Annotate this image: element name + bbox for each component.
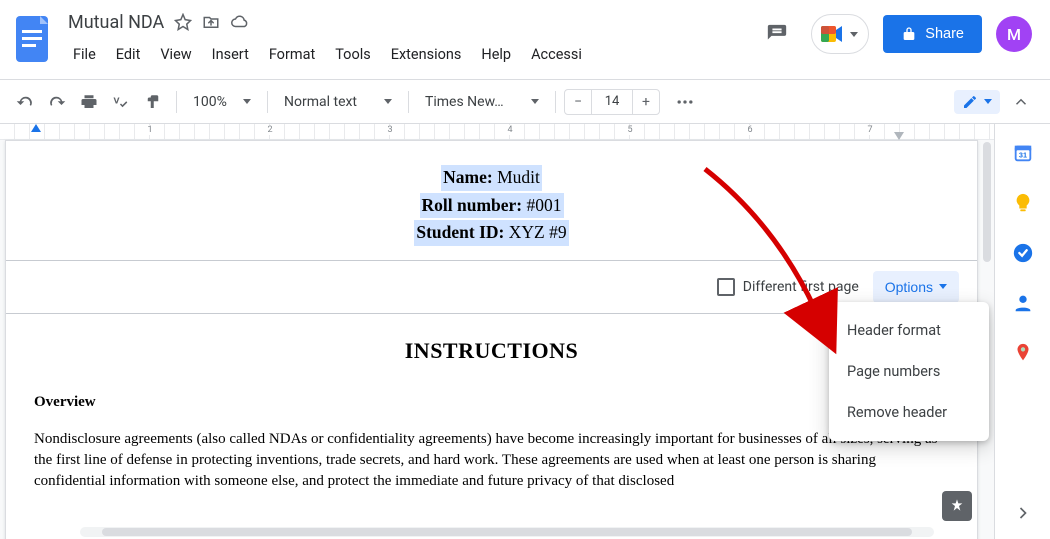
body-subhead[interactable]: Overview xyxy=(34,394,949,411)
avatar[interactable]: M xyxy=(996,16,1032,52)
different-first-page-label: Different first page xyxy=(743,279,859,295)
header-options-menu: Header format Page numbers Remove header xyxy=(829,302,989,441)
titlebar: Mutual NDA File Edit View Insert Format … xyxy=(0,0,1050,80)
header-line-3[interactable]: Student ID: XYZ #9 xyxy=(414,220,568,246)
separator xyxy=(408,91,409,113)
ruler-num: 1 xyxy=(145,125,154,135)
chevron-down-icon xyxy=(384,99,392,104)
docs-logo-icon[interactable] xyxy=(12,12,52,66)
zoom-dropdown[interactable]: 100% xyxy=(185,87,259,117)
tasks-icon[interactable] xyxy=(1012,242,1034,264)
workspace: 1 2 3 4 5 6 7 Name: Mudit Roll number: #… xyxy=(0,124,1050,539)
horizontal-ruler[interactable]: 1 2 3 4 5 6 7 xyxy=(0,124,994,140)
font-size-value[interactable]: 14 xyxy=(592,89,632,115)
different-first-page-checkbox[interactable]: Different first page xyxy=(717,278,859,296)
separator xyxy=(267,91,268,113)
title-right: Share M xyxy=(757,14,1038,54)
lock-icon xyxy=(901,26,917,42)
ruler-num: 4 xyxy=(505,125,514,135)
chevron-down-icon xyxy=(850,32,858,37)
meet-button[interactable] xyxy=(811,14,869,54)
menu-help[interactable]: Help xyxy=(472,42,520,67)
separator xyxy=(176,91,177,113)
menu-file[interactable]: File xyxy=(64,42,105,67)
chevron-down-icon xyxy=(243,99,251,104)
cloud-saved-icon[interactable] xyxy=(230,13,250,31)
menu-accessibility[interactable]: Accessi xyxy=(522,42,591,67)
menu-view[interactable]: View xyxy=(151,42,200,67)
editing-mode-dropdown[interactable] xyxy=(954,90,1000,114)
checkbox-icon xyxy=(717,278,735,296)
indent-marker-right-icon[interactable] xyxy=(894,132,904,140)
option-header-format[interactable]: Header format xyxy=(829,310,989,351)
document-area: 1 2 3 4 5 6 7 Name: Mudit Roll number: #… xyxy=(0,124,994,539)
chevron-down-icon xyxy=(531,99,539,104)
font-family-dropdown[interactable]: Times New… xyxy=(417,87,547,117)
maps-icon[interactable] xyxy=(1012,342,1034,364)
print-button[interactable] xyxy=(74,87,104,117)
zoom-value: 100% xyxy=(193,94,227,110)
ruler-num: 2 xyxy=(265,125,274,135)
doc-title[interactable]: Mutual NDA xyxy=(64,12,164,33)
font-size-stepper: − 14 + xyxy=(564,89,660,115)
chevron-down-icon xyxy=(984,99,992,104)
option-remove-header[interactable]: Remove header xyxy=(829,392,989,433)
paint-format-button[interactable] xyxy=(138,87,168,117)
font-size-decrease[interactable]: − xyxy=(564,89,592,115)
menu-edit[interactable]: Edit xyxy=(107,42,150,67)
body-paragraph[interactable]: Nondisclosure agreements (also called ND… xyxy=(34,429,949,492)
menu-extensions[interactable]: Extensions xyxy=(382,42,471,67)
option-page-numbers[interactable]: Page numbers xyxy=(829,351,989,392)
menu-format[interactable]: Format xyxy=(260,42,324,67)
pencil-icon xyxy=(962,94,978,110)
header-line-1[interactable]: Name: Mudit xyxy=(441,165,542,191)
move-icon[interactable] xyxy=(202,13,220,31)
ruler-num: 7 xyxy=(865,125,874,135)
ruler-num: 3 xyxy=(385,125,394,135)
explore-button[interactable] xyxy=(942,491,972,521)
header-options-button[interactable]: Options xyxy=(873,271,959,303)
horizontal-scrollbar[interactable] xyxy=(80,527,934,537)
spellcheck-button[interactable] xyxy=(106,87,136,117)
options-label: Options xyxy=(885,279,933,295)
share-label: Share xyxy=(925,26,964,42)
paragraph-style-dropdown[interactable]: Normal text xyxy=(276,87,400,117)
menu-insert[interactable]: Insert xyxy=(203,42,258,67)
contacts-icon[interactable] xyxy=(1012,292,1034,314)
header-line-2[interactable]: Roll number: #001 xyxy=(420,193,564,219)
chevron-down-icon xyxy=(939,284,947,289)
body-title[interactable]: INSTRUCTIONS xyxy=(34,338,949,364)
menu-tools[interactable]: Tools xyxy=(326,42,380,67)
side-panel-collapse-icon[interactable] xyxy=(1013,503,1033,527)
font-size-increase[interactable]: + xyxy=(632,89,660,115)
separator xyxy=(555,91,556,113)
indent-marker-left-icon[interactable] xyxy=(31,124,41,132)
font-family-value: Times New… xyxy=(425,94,504,110)
toolbar: 100% Normal text Times New… − 14 + xyxy=(0,80,1050,124)
avatar-initial: M xyxy=(1007,25,1021,44)
ruler-num: 6 xyxy=(745,125,754,135)
menubar: File Edit View Insert Format Tools Exten… xyxy=(64,42,591,67)
star-icon[interactable] xyxy=(174,13,192,31)
more-toolbar-button[interactable] xyxy=(670,87,700,117)
comments-icon[interactable] xyxy=(757,14,797,54)
title-stack: Mutual NDA File Edit View Insert Format … xyxy=(64,8,591,67)
calendar-icon[interactable]: 31 xyxy=(1012,142,1034,164)
side-panel: 31 xyxy=(994,124,1050,539)
keep-icon[interactable] xyxy=(1012,192,1034,214)
vertical-scrollbar[interactable] xyxy=(983,142,991,262)
share-button[interactable]: Share xyxy=(883,15,982,53)
undo-button[interactable] xyxy=(10,87,40,117)
paragraph-style-value: Normal text xyxy=(284,94,357,110)
collapse-toolbar-button[interactable] xyxy=(1006,87,1036,117)
redo-button[interactable] xyxy=(42,87,72,117)
svg-text:31: 31 xyxy=(1018,151,1026,160)
page-header[interactable]: Name: Mudit Roll number: #001 Student ID… xyxy=(6,141,977,260)
ruler-num: 5 xyxy=(625,125,634,135)
